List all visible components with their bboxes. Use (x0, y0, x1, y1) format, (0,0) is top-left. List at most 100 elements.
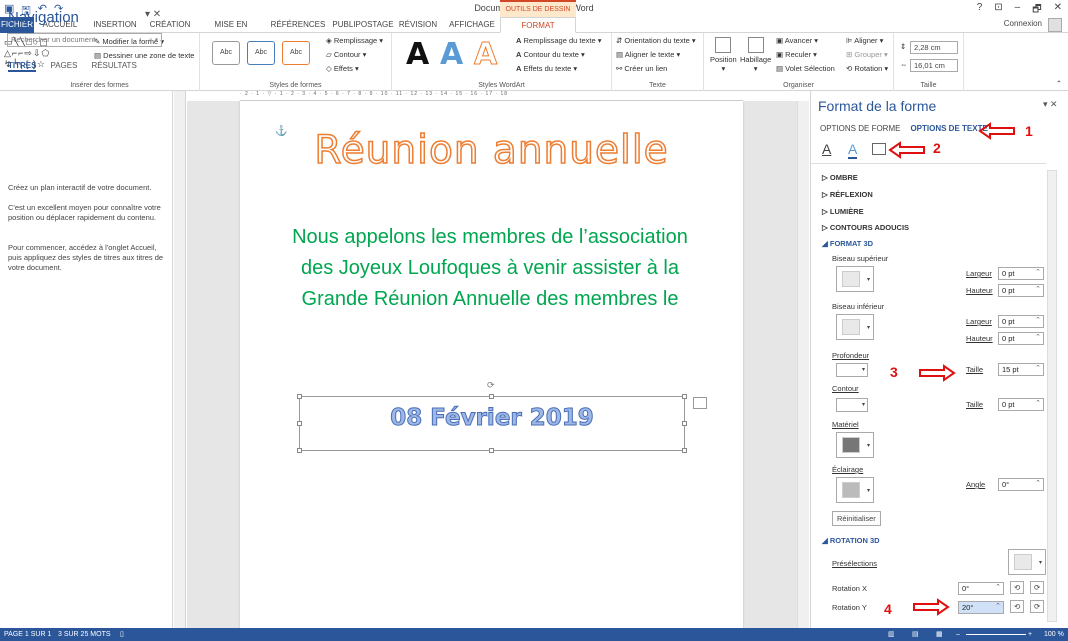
create-link-button[interactable]: ⚯ Créer un lien (616, 64, 667, 73)
text-fill-button[interactable]: A Remplissage du texte ▾ (516, 36, 602, 45)
nav-search-input[interactable]: Rechercher un document ⌕ ▾ (7, 33, 162, 47)
tab-text-options[interactable]: OPTIONS DE TEXTE (910, 124, 987, 133)
print-layout-icon[interactable]: ▤ (912, 628, 919, 641)
shape-style-2[interactable]: Abc (247, 41, 275, 65)
rotation-presets-picker[interactable]: ▾ (1008, 549, 1046, 575)
depth-color-picker[interactable]: ▾ (836, 363, 868, 377)
section-rotation-3d[interactable]: ◢ ROTATION 3D (822, 536, 880, 545)
wrap-text-button[interactable]: Habillage ▾ (740, 37, 771, 73)
pane-scrollbar[interactable] (1047, 170, 1057, 622)
section-shadow[interactable]: ▷ OMBRE (822, 173, 858, 182)
shape-width-field[interactable]: 16,01 cm (910, 59, 958, 72)
document-page[interactable] (240, 101, 743, 628)
text-fill-outline-icon[interactable]: A (822, 141, 831, 157)
document-scrollbar[interactable] (797, 101, 809, 628)
text-direction-button[interactable]: ⇵ Orientation du texte ▾ (616, 36, 696, 45)
section-soft-edges[interactable]: ▷ CONTOURS ADOUCIS (822, 223, 909, 232)
word-count[interactable]: 3 SUR 25 MOTS (58, 628, 111, 641)
shape-effects-button[interactable]: ◇ Effets ▾ (326, 64, 359, 73)
nav-tab-results[interactable]: RÉSULTATS (91, 61, 136, 72)
sign-in-link[interactable]: Connexion (1004, 19, 1042, 28)
bevel-top-height-field[interactable]: 0 pt (998, 284, 1044, 297)
read-mode-icon[interactable]: ▥ (888, 628, 895, 641)
tab-layout[interactable]: MISE EN PAGE (203, 17, 259, 45)
contour-size-field[interactable]: 0 pt (998, 398, 1044, 411)
horizontal-ruler[interactable]: · 2 · 1 · ▽ · 1 · 2 · 3 · 4 · 5 · 6 · 7 … (240, 91, 743, 101)
lighting-picker[interactable]: ▾ (836, 477, 874, 503)
text-effects-button[interactable]: A Effets du texte ▾ (516, 64, 577, 73)
zoom-slider[interactable] (966, 634, 1026, 635)
zoom-out-icon[interactable]: – (956, 628, 960, 641)
nav-tab-headings[interactable]: TITRES (8, 61, 37, 72)
tab-insert[interactable]: INSERTION (92, 17, 138, 33)
proofing-icon[interactable]: ▯ (120, 628, 124, 641)
rotation-x-field[interactable]: 0° (958, 582, 1004, 595)
contour-color-picker[interactable]: ▾ (836, 398, 868, 412)
resize-handle[interactable] (297, 394, 302, 399)
wordart-style-3[interactable]: A (473, 37, 497, 73)
section-reflection[interactable]: ▷ RÉFLEXION (822, 190, 873, 199)
wordart-style-2[interactable]: A (440, 37, 463, 72)
selection-pane-button[interactable]: ▤ Volet Sélection (776, 64, 835, 73)
draw-textbox-button[interactable]: ▤ Dessiner une zone de texte (94, 51, 194, 60)
bevel-bottom-height-field[interactable]: 0 pt (998, 332, 1044, 345)
rotate-left-icon[interactable]: ⟲ (1010, 581, 1025, 594)
bring-forward-button[interactable]: ▣ Avancer ▾ (776, 36, 818, 45)
shape-style-3[interactable]: Abc (282, 41, 310, 65)
rotate-up-icon[interactable]: ⟲ (1010, 600, 1025, 613)
bevel-bottom-picker[interactable]: ▾ (836, 314, 874, 340)
tab-shape-options[interactable]: OPTIONS DE FORME (820, 124, 900, 133)
resize-handle[interactable] (297, 421, 302, 426)
text-outline-button[interactable]: A Contour du texte ▾ (516, 50, 585, 59)
position-button[interactable]: Position ▾ (710, 37, 737, 73)
textbox-layout-icon[interactable] (872, 143, 886, 155)
align-button[interactable]: ⊫ Aligner ▾ (846, 36, 883, 45)
text-effects-icon[interactable]: A (848, 141, 858, 159)
lighting-angle-field[interactable]: 0° (998, 478, 1044, 491)
bevel-top-picker[interactable]: ▾ (836, 266, 874, 292)
resize-handle[interactable] (489, 448, 494, 453)
web-layout-icon[interactable]: ▦ (936, 628, 943, 641)
rotate-button[interactable]: ⟲ Rotation ▾ (846, 64, 888, 73)
send-backward-button[interactable]: ▣ Reculer ▾ (776, 50, 817, 59)
nav-tab-pages[interactable]: PAGES (50, 61, 77, 72)
resize-handle[interactable] (682, 448, 687, 453)
shape-fill-button[interactable]: ◈ Remplissage ▾ (326, 36, 383, 45)
bevel-bottom-width-field[interactable]: 0 pt (998, 315, 1044, 328)
wordart-style-1[interactable]: A (406, 37, 429, 72)
tab-references[interactable]: RÉFÉRENCES (268, 17, 328, 33)
zoom-in-icon[interactable]: + (1028, 628, 1032, 641)
rotate-right-icon[interactable]: ⟳ (1030, 581, 1045, 594)
align-text-button[interactable]: ▤ Aligner le texte ▾ (616, 50, 680, 59)
collapse-ribbon-icon[interactable]: ⌃ (1056, 79, 1062, 88)
reset-button[interactable]: Réinitialiser (832, 511, 881, 526)
material-picker[interactable]: ▾ (836, 432, 874, 458)
shape-height-field[interactable]: 2,28 cm (910, 41, 958, 54)
section-format-3d[interactable]: ◢ FORMAT 3D (822, 239, 873, 248)
group-button[interactable]: ⊞ Grouper ▾ (846, 50, 888, 59)
depth-size-field[interactable]: 15 pt (998, 363, 1044, 376)
nav-close-icon[interactable]: ▾ ✕ (145, 9, 161, 20)
resize-handle[interactable] (682, 421, 687, 426)
zoom-level[interactable]: 100 % (1044, 628, 1064, 641)
layout-options-icon[interactable] (693, 397, 707, 409)
document-title-wordart[interactable]: Réunion annuelle (240, 127, 743, 174)
tab-format[interactable]: FORMAT (500, 17, 576, 33)
rotation-y-field[interactable]: 20° (958, 601, 1004, 614)
resize-handle[interactable] (682, 394, 687, 399)
page-count[interactable]: PAGE 1 SUR 1 (4, 628, 51, 641)
tab-view[interactable]: AFFICHAGE (448, 17, 496, 33)
pane-close-icon[interactable]: ▾ ✕ (1043, 99, 1058, 110)
shape-outline-button[interactable]: ▱ Contour ▾ (326, 50, 366, 59)
date-wordart[interactable]: 08 Février 2019 (299, 405, 685, 432)
section-glow[interactable]: ▷ LUMIÈRE (822, 207, 864, 216)
bevel-top-width-field[interactable]: 0 pt (998, 267, 1044, 280)
document-body-text[interactable]: Nous appelons les membres de l’associati… (290, 222, 690, 315)
avatar[interactable] (1048, 18, 1062, 32)
search-icon[interactable]: ⌕ ▾ (149, 34, 158, 46)
resize-handle[interactable] (489, 394, 494, 399)
tab-review[interactable]: RÉVISION (398, 17, 438, 33)
rotate-down-icon[interactable]: ⟳ (1030, 600, 1045, 613)
shape-style-1[interactable]: Abc (212, 41, 240, 65)
rotate-handle-icon[interactable]: ⟳ (487, 380, 495, 391)
